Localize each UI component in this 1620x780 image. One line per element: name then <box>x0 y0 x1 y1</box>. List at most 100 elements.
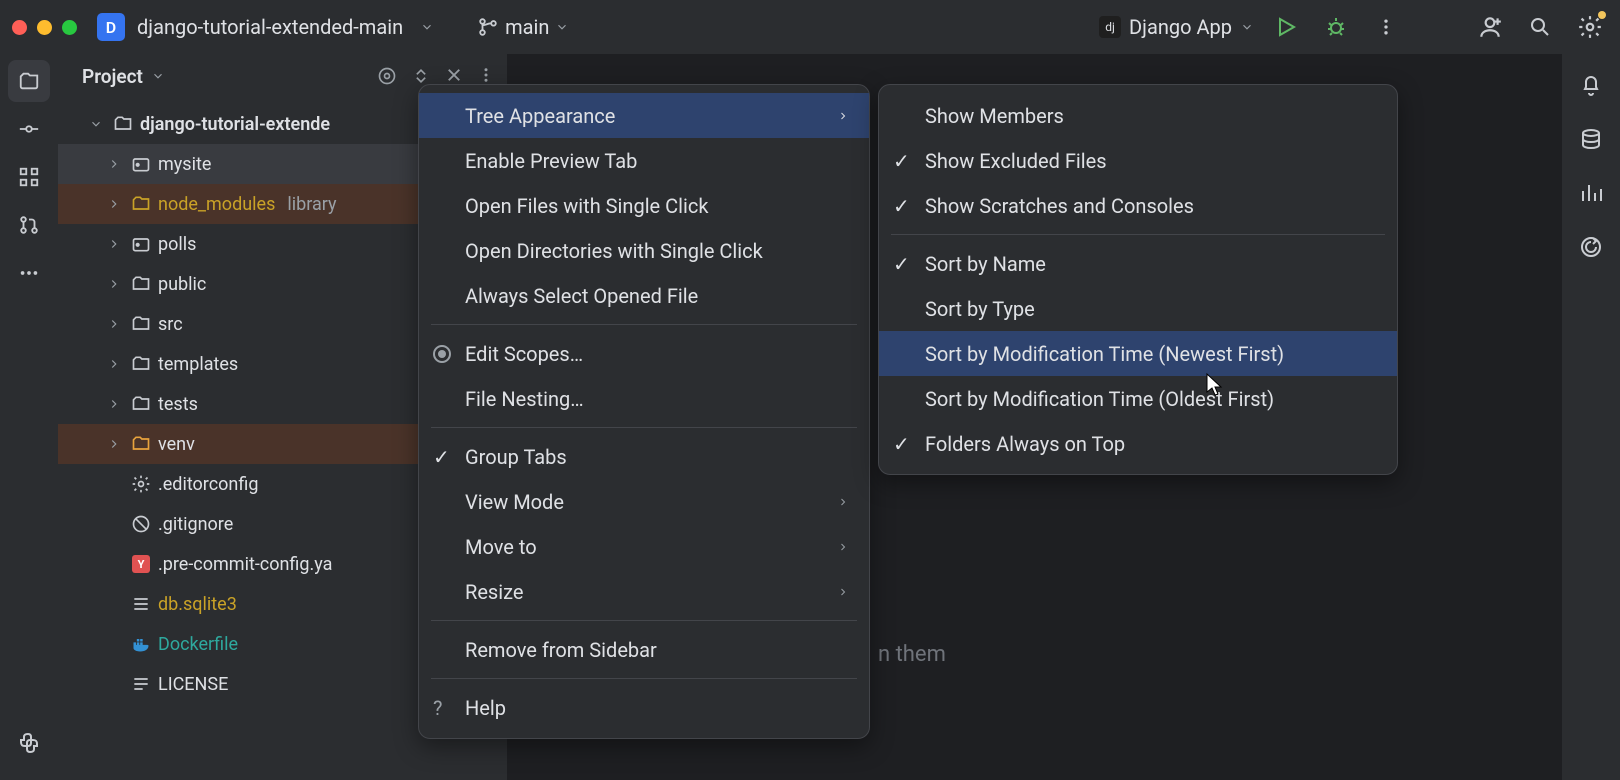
menu-separator <box>431 620 857 621</box>
menu-label: Group Tabs <box>465 445 567 469</box>
chevron-down-icon[interactable] <box>151 69 165 83</box>
check-icon: ✓ <box>893 194 910 218</box>
menu-show-excluded-files[interactable]: ✓ Show Excluded Files <box>879 138 1397 183</box>
menu-sort-by-name[interactable]: ✓Sort by Name <box>879 241 1397 286</box>
menu-label: Show Scratches and Consoles <box>925 194 1194 218</box>
menu-always-select-opened[interactable]: Always Select Opened File <box>419 273 869 318</box>
endpoints-tool-button[interactable] <box>1570 172 1612 214</box>
code-with-me-button[interactable] <box>1472 9 1508 45</box>
folder-icon <box>112 113 134 135</box>
project-name[interactable]: django-tutorial-extended-main <box>137 15 403 39</box>
tree-label: mysite <box>158 154 211 175</box>
menu-resize[interactable]: Resize <box>419 569 869 614</box>
menu-open-files-single-click[interactable]: Open Files with Single Click <box>419 183 869 228</box>
more-actions-button[interactable] <box>1368 9 1404 45</box>
chevron-right-icon <box>104 317 124 331</box>
editor-hint-text: n them <box>878 642 946 667</box>
tree-label: LICENSE <box>158 674 228 695</box>
package-icon <box>130 233 152 255</box>
left-gutter <box>0 54 58 780</box>
menu-label: Enable Preview Tab <box>465 149 637 173</box>
chevron-right-icon <box>104 157 124 171</box>
chevron-right-icon <box>837 496 849 508</box>
project-badge: D <box>97 13 125 41</box>
select-opened-file-icon[interactable] <box>377 66 397 86</box>
project-tool-button[interactable] <box>8 60 50 102</box>
tree-label: public <box>158 274 206 295</box>
chevron-right-icon <box>104 237 124 251</box>
tree-label: db.sqlite3 <box>158 594 237 615</box>
structure-tool-button[interactable] <box>8 156 50 198</box>
menu-label: Move to <box>465 535 537 559</box>
minimize-window-icon[interactable] <box>37 20 52 35</box>
pull-requests-tool-button[interactable] <box>8 204 50 246</box>
database-tool-button[interactable] <box>1570 118 1612 160</box>
tree-label: venv <box>158 434 195 455</box>
tree-label: node_modules <box>158 194 275 215</box>
more-tools-button[interactable] <box>8 252 50 294</box>
commit-tool-button[interactable] <box>8 108 50 150</box>
project-dropdown-icon[interactable] <box>417 17 437 37</box>
run-area: dj Django App <box>1099 9 1608 45</box>
folder-icon <box>130 313 152 335</box>
menu-view-mode[interactable]: View Mode <box>419 479 869 524</box>
chevron-right-icon <box>104 437 124 451</box>
menu-label: Show Excluded Files <box>925 149 1107 173</box>
menu-open-dirs-single-click[interactable]: Open Directories with Single Click <box>419 228 869 273</box>
panel-title[interactable]: Project <box>82 65 143 88</box>
branch-selector[interactable]: main <box>477 15 569 39</box>
debug-button[interactable] <box>1318 9 1354 45</box>
maximize-window-icon[interactable] <box>62 20 77 35</box>
tree-label: .pre-commit-config.ya <box>158 554 332 575</box>
settings-button[interactable] <box>1572 9 1608 45</box>
menu-move-to[interactable]: Move to <box>419 524 869 569</box>
menu-sort-by-mod-oldest[interactable]: Sort by Modification Time (Oldest First) <box>879 376 1397 421</box>
search-everywhere-button[interactable] <box>1522 9 1558 45</box>
menu-show-scratches-consoles[interactable]: ✓ Show Scratches and Consoles <box>879 183 1397 228</box>
menu-label: Folders Always on Top <box>925 432 1125 456</box>
run-config-selector[interactable]: dj Django App <box>1099 15 1254 39</box>
menu-remove-from-sidebar[interactable]: Remove from Sidebar <box>419 627 869 672</box>
tree-label: polls <box>158 234 196 255</box>
help-icon: ? <box>433 696 442 720</box>
run-button[interactable] <box>1268 9 1304 45</box>
right-gutter <box>1562 54 1620 780</box>
menu-folders-always-on-top[interactable]: ✓Folders Always on Top <box>879 421 1397 466</box>
menu-help[interactable]: ? Help <box>419 685 869 730</box>
gear-icon <box>130 473 152 495</box>
panel-options-icon[interactable] <box>477 66 495 84</box>
menu-edit-scopes[interactable]: Edit Scopes… <box>419 331 869 376</box>
menu-file-nesting[interactable]: File Nesting… <box>419 376 869 421</box>
check-icon: ✓ <box>893 149 910 173</box>
menu-separator <box>891 234 1385 235</box>
menu-tree-appearance[interactable]: Tree Appearance <box>419 93 869 138</box>
collapse-all-icon[interactable] <box>445 66 463 84</box>
menu-show-members[interactable]: Show Members <box>879 93 1397 138</box>
menu-sort-by-type[interactable]: Sort by Type <box>879 286 1397 331</box>
check-icon: ✓ <box>893 252 910 276</box>
menu-label: Sort by Modification Time (Oldest First) <box>925 387 1274 411</box>
tree-appearance-submenu: Show Members ✓ Show Excluded Files ✓ Show … <box>878 84 1398 475</box>
menu-label: Open Directories with Single Click <box>465 239 763 263</box>
python-console-button[interactable] <box>8 722 50 764</box>
menu-enable-preview-tab[interactable]: Enable Preview Tab <box>419 138 869 183</box>
expand-all-icon[interactable] <box>411 66 431 86</box>
menu-label: Show Members <box>925 104 1064 128</box>
menu-sort-by-mod-newest[interactable]: Sort by Modification Time (Newest First) <box>879 331 1397 376</box>
tree-label: src <box>158 314 183 335</box>
tree-label: .editorconfig <box>158 474 258 495</box>
branch-icon <box>477 16 499 38</box>
panel-options-menu: Tree Appearance Enable Preview Tab Open … <box>418 84 870 739</box>
services-tool-button[interactable] <box>1570 226 1612 268</box>
tree-label: templates <box>158 354 238 375</box>
close-window-icon[interactable] <box>12 20 27 35</box>
traffic-lights <box>12 20 77 35</box>
menu-label: Remove from Sidebar <box>465 638 657 662</box>
menu-label: Sort by Type <box>925 297 1035 321</box>
package-icon <box>130 153 152 175</box>
notifications-button[interactable] <box>1570 64 1612 106</box>
menu-group-tabs[interactable]: ✓ Group Tabs <box>419 434 869 479</box>
chevron-right-icon <box>104 277 124 291</box>
run-config-name: Django App <box>1129 15 1232 39</box>
menu-label: Sort by Modification Time (Newest First) <box>925 342 1284 366</box>
